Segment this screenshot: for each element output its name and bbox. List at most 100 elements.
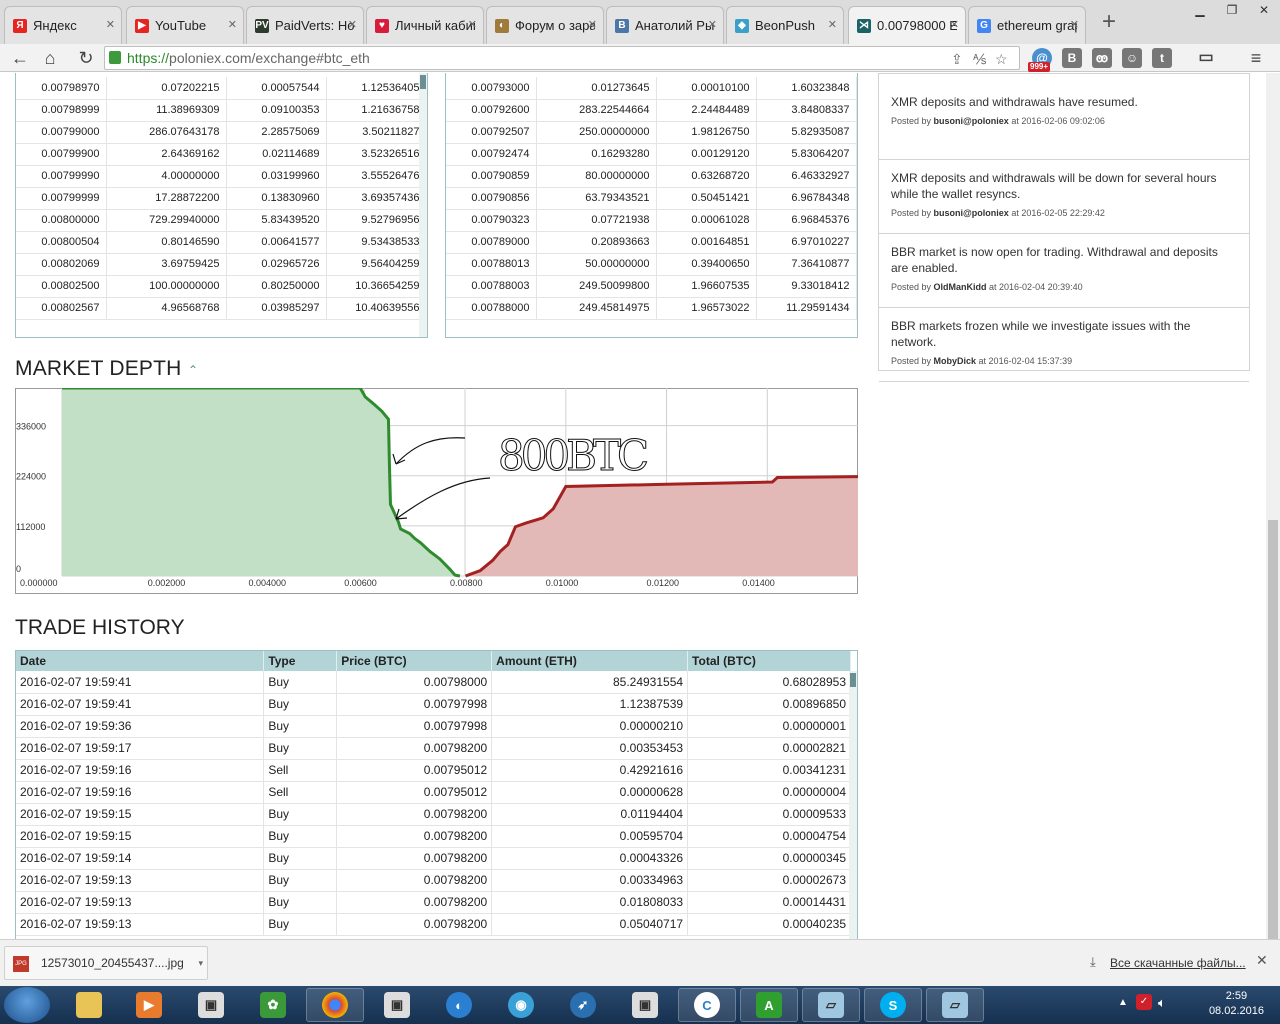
download-item[interactable]: JPG 12573010_20455437....jpg ▾	[4, 946, 208, 980]
bookmark-star-icon[interactable]: ☆	[995, 48, 1008, 70]
column-header[interactable]: Price (BTC)	[336, 651, 493, 671]
taskbar-app-10[interactable]: ▱	[802, 988, 860, 1022]
order-row[interactable]: 0.00790323 0.07721938 0.00061028 6.96845376	[446, 209, 857, 232]
taskbar-app-2[interactable]: ✿	[244, 988, 302, 1022]
sell-orders-scrollbar[interactable]	[419, 73, 427, 337]
column-header[interactable]: Type	[263, 651, 338, 671]
tab-7[interactable]: ◆ BeonPush ✕	[726, 6, 844, 44]
order-cell: 729.29940000	[106, 209, 227, 232]
close-window-button[interactable]: ✕	[1248, 0, 1280, 20]
order-row[interactable]: 0.00802567 4.96568768 0.03985297 10.4063955…	[16, 297, 427, 320]
page-scrollbar[interactable]	[1266, 73, 1280, 940]
back-arrow-icon[interactable]: ←	[8, 46, 32, 70]
order-row[interactable]: 0.00788013 50.00000000 0.39400650 7.3641087…	[446, 253, 857, 276]
order-row[interactable]: 0.00792507 250.00000000 1.98126750 5.829350…	[446, 121, 857, 144]
order-row[interactable]: 0.00790859 80.00000000 0.63268720 6.4633292…	[446, 165, 857, 188]
tab-5[interactable]: ◐ Форум о зараб✕	[486, 6, 604, 44]
order-row[interactable]: 0.00790856 63.79343521 0.50451421 6.9678434…	[446, 187, 857, 210]
order-row[interactable]: 0.00788003 249.50099800 1.96607535 9.330184…	[446, 275, 857, 298]
tab-2[interactable]: ▶ YouTube ✕	[126, 6, 244, 44]
collapse-caret-icon[interactable]: ⌃	[188, 363, 198, 377]
taskbar-app-9[interactable]: A	[740, 988, 798, 1022]
tab-1[interactable]: Я Яндекс ✕	[4, 6, 122, 44]
translate-icon[interactable]: ⅍	[973, 48, 986, 70]
tab-8[interactable]: ⋊ 0.00798000 ETH✕	[848, 6, 966, 44]
menu-icon[interactable]: ≡	[1246, 48, 1266, 68]
close-tab-icon[interactable]: ✕	[468, 18, 477, 31]
trade-cell: 0.00002821	[687, 737, 851, 760]
close-tab-icon[interactable]: ✕	[708, 18, 717, 31]
close-tab-icon[interactable]: ✕	[348, 18, 357, 31]
taskbar-chrome[interactable]	[306, 988, 364, 1022]
volume-icon[interactable]: 🔈︎	[1158, 995, 1166, 1011]
page-scrollbar-thumb[interactable]	[1268, 520, 1278, 940]
smile-extension-icon[interactable]: ☺	[1122, 48, 1142, 68]
maximize-button[interactable]: ❐	[1216, 0, 1248, 20]
taskbar-app-1[interactable]: ▣	[182, 988, 240, 1022]
order-row[interactable]: 0.00800504 0.80146590 0.00641577 9.53438533	[16, 231, 427, 254]
taskbar-explorer[interactable]	[60, 988, 118, 1022]
tab-9[interactable]: Gethereum graph✕	[968, 6, 1086, 44]
system-clock[interactable]: 2:59 08.02.2016	[1209, 989, 1264, 1019]
close-tab-icon[interactable]: ✕	[828, 18, 837, 31]
taskbar-app-8[interactable]: C	[678, 988, 736, 1022]
twitter-extension-icon[interactable]: t	[1152, 48, 1172, 68]
taskbar-skype[interactable]: S	[864, 988, 922, 1022]
close-tab-icon[interactable]: ✕	[106, 18, 115, 31]
order-cell: 0.00802500	[16, 275, 107, 298]
order-row[interactable]: 0.00798970 0.07202215 0.00057544 1.12536405	[16, 77, 427, 100]
new-tab-button[interactable]: +	[1096, 8, 1122, 38]
column-header[interactable]: Date	[16, 651, 265, 671]
taskbar-media-player[interactable]: ▶	[120, 988, 178, 1022]
news-author[interactable]: MobyDick	[934, 356, 977, 366]
start-button[interactable]	[4, 987, 50, 1023]
order-row[interactable]: 0.00799000 286.07643178 2.28575069 3.502118…	[16, 121, 427, 144]
order-row[interactable]: 0.00799999 17.28872200 0.13830960 3.6935743…	[16, 187, 427, 210]
news-author[interactable]: busoni@poloniex	[934, 208, 1009, 218]
column-header[interactable]: Amount (ETH)	[491, 651, 689, 671]
order-row[interactable]: 0.00802069 3.69759425 0.02965726 9.56404259	[16, 253, 427, 276]
order-row[interactable]: 0.00800000 729.29940000 5.83439520 9.527969…	[16, 209, 427, 232]
close-tab-icon[interactable]: ✕	[1070, 18, 1079, 31]
antivirus-tray-icon[interactable]: ✓	[1136, 994, 1152, 1010]
notepad-icon: ▱	[942, 992, 968, 1018]
news-author[interactable]: busoni@poloniex	[934, 116, 1009, 126]
taskbar-app-3[interactable]: ▣	[368, 988, 426, 1022]
show-all-downloads-link[interactable]: Все скачанные файлы...	[1110, 956, 1246, 970]
trade-history-scrollbar[interactable]	[849, 671, 857, 939]
close-tab-icon[interactable]: ✕	[588, 18, 597, 31]
close-tab-icon[interactable]: ✕	[228, 18, 237, 31]
order-row[interactable]: 0.00793000 0.01273645 0.00010100 1.60323848	[446, 77, 857, 100]
tab-4[interactable]: ♥ Личный кабин ✕	[366, 6, 484, 44]
order-row[interactable]: 0.00789000 0.20893663 0.00164851 6.97010227	[446, 231, 857, 254]
close-download-bar-icon[interactable]: ✕	[1256, 952, 1268, 969]
taskbar-app-4[interactable]: ◐	[430, 988, 488, 1022]
order-row[interactable]: 0.00799900 2.64369162 0.02114689 3.52326516	[16, 143, 427, 166]
show-hidden-icons[interactable]: ▲	[1118, 997, 1128, 1008]
taskbar-app-6[interactable]: ➶	[554, 988, 612, 1022]
download-menu-arrow-icon[interactable]: ▾	[198, 947, 203, 979]
home-icon[interactable]: ⌂	[38, 46, 62, 70]
news-author[interactable]: OldManKidd	[934, 282, 987, 292]
order-row[interactable]: 0.00788000 249.45814975 1.96573022 11.29591…	[446, 297, 857, 320]
taskbar-app-5[interactable]: ◉	[492, 988, 550, 1022]
order-row[interactable]: 0.00792474 0.16293280 0.00129120 5.83064207	[446, 143, 857, 166]
order-row[interactable]: 0.00799990 4.00000000 0.03199960 3.55526476	[16, 165, 427, 188]
vk-extension-icon[interactable]: B	[1062, 48, 1082, 68]
minimize-button[interactable]: ▁	[1184, 0, 1216, 20]
tab-6[interactable]: В Анатолий Рыб ✕	[606, 6, 724, 44]
taskbar-app-7[interactable]: ▣	[616, 988, 674, 1022]
order-row[interactable]: 0.00802500 100.00000000 0.80250000 10.36654…	[16, 275, 427, 298]
chat-extension-icon[interactable]: ▭	[1196, 48, 1216, 68]
order-row[interactable]: 0.00798999 11.38969309 0.09100353 1.2163675…	[16, 99, 427, 122]
trade-cell: Buy	[263, 671, 338, 694]
close-tab-icon[interactable]: ✕	[950, 18, 959, 31]
share-icon[interactable]: ⇪	[951, 48, 963, 70]
taskbar-app-11[interactable]: ▱	[926, 988, 984, 1022]
reload-icon[interactable]: ↻	[74, 46, 98, 70]
address-bar[interactable]: https://poloniex.com/exchange#btc_eth ⇪ …	[104, 46, 1020, 70]
odnoklassniki-extension-icon[interactable]: ꙭ	[1092, 48, 1112, 68]
column-header[interactable]: Total (BTC)	[687, 651, 851, 671]
tab-3[interactable]: PV PaidVerts: Hom✕	[246, 6, 364, 44]
order-row[interactable]: 0.00792600 283.22544664 2.24484489 3.848083…	[446, 99, 857, 122]
